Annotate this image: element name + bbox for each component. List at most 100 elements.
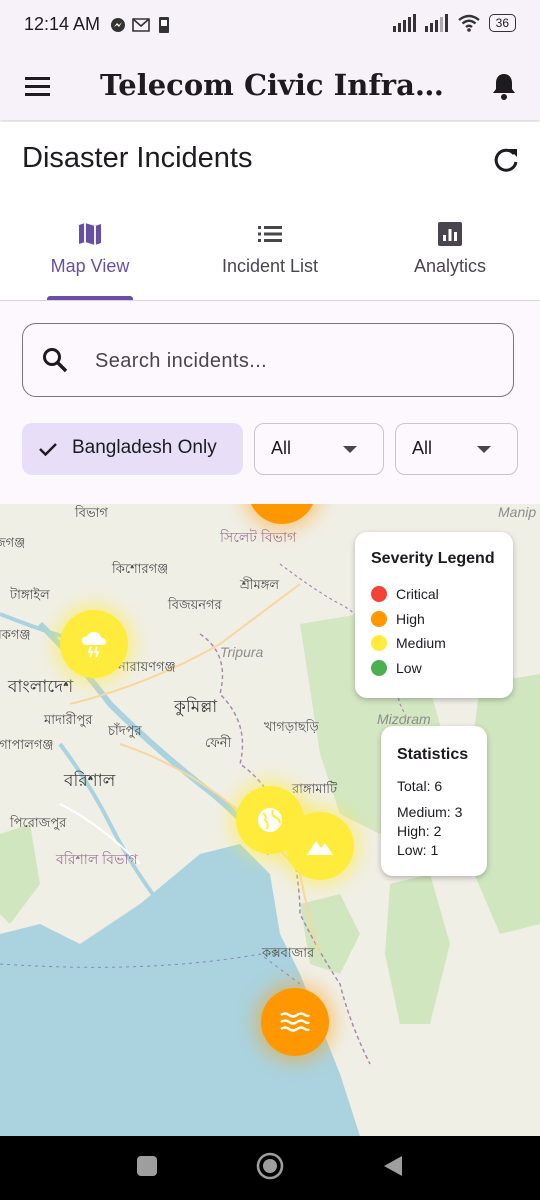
legend-title: Severity Legend <box>371 550 495 567</box>
severity-filter-dropdown[interactable]: All <box>395 423 518 475</box>
map-label: Tripura <box>220 644 264 660</box>
incident-marker-flood[interactable] <box>261 988 329 1056</box>
legend-label: Medium <box>396 635 446 651</box>
dropdown-value: All <box>271 438 292 458</box>
dropdown-value: All <box>412 438 433 458</box>
filter-panel: Bangladesh Only All All <box>0 301 540 504</box>
status-bar: 12:14 AM 36 <box>0 0 540 54</box>
map-label: Manip <box>498 504 537 520</box>
system-icons: 36 <box>392 14 516 32</box>
chevron-down-icon <box>477 446 491 453</box>
tab-bar: Map View Incident List Analytics <box>0 200 540 301</box>
search-box <box>22 323 514 397</box>
map-label: কিশোরগঞ্জ <box>112 561 169 576</box>
system-nav-bar <box>0 1136 540 1200</box>
incident-map[interactable]: বিভাগ জগঞ্জ সিলেট বিভাগ কিশোরগঞ্জ শ্রীমঙ… <box>0 504 540 1136</box>
app-bar: Telecom Civic Infrastr... <box>0 54 540 120</box>
page-header: Disaster Incidents <box>0 122 540 200</box>
recents-button[interactable] <box>135 1154 159 1183</box>
stats-low: Low: 1 <box>397 842 439 858</box>
map-label: টাঙ্গাইল <box>10 587 50 602</box>
messenger-icon <box>111 18 125 32</box>
app-title: Telecom Civic Infrastr... <box>100 68 445 102</box>
map-label: পিরোজপুর <box>10 815 67 830</box>
statistics-panel: Statistics Total: 6 Medium: 3 High: 2 Lo… <box>381 726 487 876</box>
incident-marker-landslide[interactable] <box>286 812 354 880</box>
map-label: সিলেট বিভাগ <box>220 529 297 545</box>
stats-medium: Medium: 3 <box>397 804 463 820</box>
back-icon <box>384 1156 402 1176</box>
legend-label: Low <box>396 660 422 676</box>
map-label: কুমিল্লা <box>174 697 218 716</box>
menu-icon <box>25 77 50 96</box>
landslide-icon <box>307 841 333 855</box>
tab-label: Incident List <box>221 256 319 276</box>
tab-map-view[interactable]: Map View <box>0 200 180 300</box>
battery-icon: 36 <box>488 14 516 32</box>
map-icon <box>79 223 101 245</box>
flood-icon <box>280 1012 311 1032</box>
sim-icon <box>159 17 169 33</box>
legend-dot <box>371 611 387 627</box>
wifi-icon <box>457 14 480 32</box>
legend-dot <box>371 586 387 602</box>
analytics-icon <box>438 222 462 246</box>
tab-label: Map View <box>50 256 130 276</box>
chevron-down-icon <box>343 446 357 453</box>
tab-label: Analytics <box>413 256 487 276</box>
legend-dot <box>371 660 387 676</box>
globe-icon <box>258 808 282 832</box>
tab-analytics[interactable]: Analytics <box>360 200 540 300</box>
map-label: নকগঞ্জ <box>0 627 31 642</box>
map-label: জগঞ্জ <box>0 535 26 550</box>
chip-label: Bangladesh Only <box>72 437 217 458</box>
search-icon <box>43 348 68 373</box>
gmail-icon <box>132 18 150 32</box>
map-label: বাংলাদেশ <box>8 677 74 696</box>
map-label: খাগড়াছড়ি <box>264 719 319 734</box>
stats-high: High: 2 <box>397 823 442 839</box>
home-icon <box>256 1152 284 1180</box>
map-label: শ্রীমঙ্গল <box>240 577 280 592</box>
bangladesh-only-chip[interactable]: Bangladesh Only <box>22 423 243 475</box>
stats-total: Total: 6 <box>397 778 443 794</box>
refresh-icon <box>494 148 518 172</box>
refresh-button[interactable] <box>492 146 520 174</box>
signal-icon <box>392 14 416 32</box>
notification-icons <box>110 16 172 34</box>
legend-dot <box>371 635 387 651</box>
map-label: মাদারীপুর <box>44 712 93 727</box>
legend-label: High <box>396 611 425 627</box>
check-icon <box>39 443 57 457</box>
map-label: বরিশাল বিভাগ <box>56 851 138 867</box>
map-label: রাঙ্গামাটি <box>292 781 338 796</box>
tab-incident-list[interactable]: Incident List <box>180 200 360 300</box>
map-label: চাঁদপুর <box>108 723 142 738</box>
active-tab-indicator <box>47 296 133 300</box>
map-label: বিভাগ <box>75 505 108 520</box>
map-label: কক্সবাজার <box>262 945 315 960</box>
map-label: নারায়ণগঞ্জ <box>118 659 176 674</box>
legend-label: Critical <box>396 586 439 602</box>
stats-title: Statistics <box>397 746 469 763</box>
status-time: 12:14 AM <box>24 14 101 34</box>
list-icon <box>258 226 282 242</box>
search-input[interactable] <box>93 342 497 380</box>
notifications-button[interactable] <box>488 70 520 102</box>
signal-2-icon <box>424 14 448 32</box>
home-button[interactable] <box>256 1152 284 1185</box>
map-label: বিজয়নগর <box>168 597 222 612</box>
map-label: Mizoram <box>377 711 431 727</box>
map-label: বরিশাল <box>64 771 116 790</box>
severity-legend: Severity Legend Critical High Medium Low <box>355 532 513 698</box>
map-label: গোপালগঞ্জ <box>0 737 54 752</box>
map-label: ফেনী <box>205 735 232 750</box>
page-title: Disaster Incidents <box>22 142 253 174</box>
recents-icon <box>137 1156 157 1176</box>
storm-icon <box>82 632 106 658</box>
menu-button[interactable] <box>22 74 54 100</box>
back-button[interactable] <box>382 1154 404 1183</box>
bell-icon <box>493 74 515 100</box>
incident-marker-storm[interactable] <box>60 610 128 678</box>
type-filter-dropdown[interactable]: All <box>254 423 384 475</box>
